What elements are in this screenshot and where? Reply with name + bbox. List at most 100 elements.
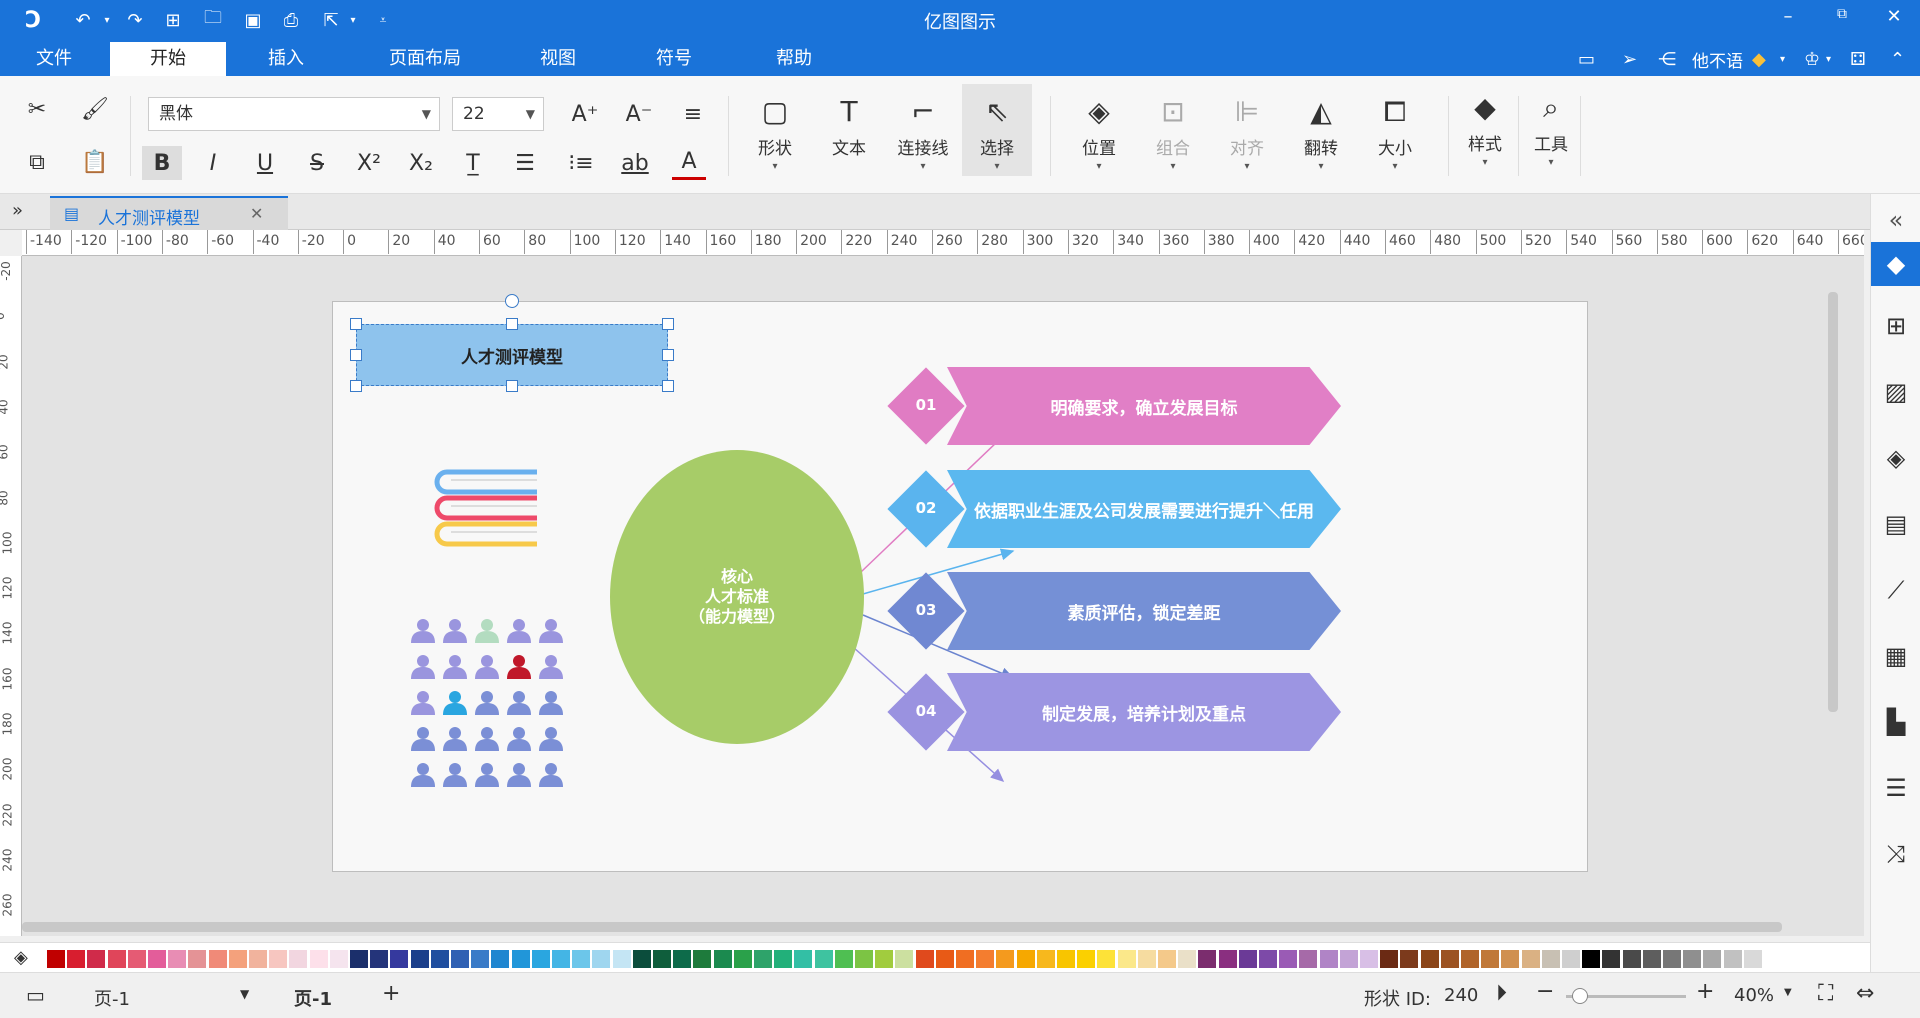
color-swatch[interactable] (753, 949, 773, 969)
color-swatch[interactable] (349, 949, 369, 969)
close-tab-icon[interactable]: ✕ (250, 204, 263, 223)
color-swatch[interactable] (1722, 949, 1743, 969)
color-swatch[interactable] (611, 949, 632, 969)
step-banner[interactable]: 明确要求，确立发展目标 (947, 367, 1341, 445)
expand-library-icon[interactable]: » (12, 200, 23, 221)
tab-help[interactable]: 帮助 (756, 42, 832, 76)
zoom-slider-thumb[interactable] (1572, 988, 1588, 1004)
tab-symbol[interactable]: 符号 (636, 42, 712, 76)
color-swatch[interactable] (793, 949, 814, 969)
color-swatch[interactable] (227, 949, 248, 969)
tab-page-layout[interactable]: 页面布局 (370, 42, 480, 76)
grid-panel-icon[interactable]: ⊞ (1871, 304, 1920, 348)
tab-insert[interactable]: 插入 (246, 42, 326, 76)
color-swatch[interactable] (1561, 949, 1581, 969)
close-window-icon[interactable]: ✕ (1874, 6, 1914, 32)
size-button[interactable]: ⧠ 大小 ▾ (1360, 84, 1430, 176)
increase-font-icon[interactable]: A⁺ (568, 97, 602, 131)
new-file-icon[interactable]: ⊞ (160, 7, 186, 33)
copy-icon[interactable]: ⧉ (20, 145, 54, 179)
color-swatch[interactable] (692, 949, 713, 969)
color-swatch[interactable] (1702, 949, 1723, 969)
color-swatch[interactable] (288, 949, 309, 969)
color-swatch[interactable] (1439, 949, 1460, 969)
group-button[interactable]: ⊡ 组合 ▾ (1138, 84, 1208, 176)
user-name[interactable]: 他不语 (1692, 46, 1743, 72)
flip-button[interactable]: ◭ 翻转 ▾ (1286, 84, 1356, 176)
add-page-icon[interactable]: + (382, 981, 400, 1006)
open-folder-icon[interactable]: 🗀 (200, 7, 226, 33)
color-swatch[interactable] (1136, 949, 1157, 969)
horizontal-scrollbar[interactable] (22, 922, 1782, 932)
color-swatch[interactable] (1682, 949, 1703, 969)
color-swatch[interactable] (1116, 949, 1137, 969)
page-select-dropdown-icon[interactable]: ▼ (240, 987, 249, 1001)
diagram-page[interactable]: 人才测评模型 核心 人才标准 （能力模型） 01 明确要求，确立发展目标 02 … (332, 294, 1588, 872)
color-swatch[interactable] (631, 949, 652, 969)
color-swatch[interactable] (126, 949, 147, 969)
collapse-ribbon-icon[interactable]: ⌃ (1890, 46, 1905, 72)
page-view-icon[interactable]: ▭ (26, 983, 45, 1007)
color-swatch[interactable] (1419, 949, 1440, 969)
comment-icon[interactable]: ▭ (1578, 46, 1595, 72)
fill-panel-icon[interactable]: ◆ (1871, 242, 1920, 286)
decrease-font-icon[interactable]: A⁻ (622, 97, 656, 131)
color-swatch[interactable] (490, 949, 511, 969)
color-swatch[interactable] (187, 949, 208, 969)
font-size-select[interactable]: 22 ▼ (452, 97, 544, 131)
bullet-list-icon[interactable]: ⁝≡ (564, 146, 598, 180)
step-banner[interactable]: 制定发展，培养计划及重点 (947, 673, 1341, 751)
color-swatch[interactable] (894, 949, 915, 969)
color-swatch[interactable] (551, 949, 571, 969)
tab-view[interactable]: 视图 (520, 42, 596, 76)
color-swatch[interactable] (510, 949, 531, 969)
align-button[interactable]: ⊫ 对齐 ▾ (1212, 84, 1282, 176)
color-swatch[interactable] (1742, 949, 1763, 969)
color-swatch[interactable] (470, 949, 491, 969)
shuffle-panel-icon[interactable]: ⤨ (1871, 832, 1920, 876)
chart-panel-icon[interactable]: ⟋ (1871, 568, 1920, 612)
color-swatch[interactable] (732, 949, 753, 969)
undo-dropdown-icon[interactable]: ▾ (94, 7, 120, 33)
color-swatch[interactable] (1258, 949, 1278, 969)
text-button[interactable]: T 文本 (814, 84, 884, 176)
color-swatch[interactable] (530, 949, 551, 969)
color-swatch[interactable] (1540, 949, 1561, 969)
color-swatch[interactable] (429, 949, 450, 969)
color-swatch[interactable] (308, 949, 329, 969)
color-swatch[interactable] (995, 949, 1016, 969)
shape-button[interactable]: ▢ 形状 ▾ (740, 84, 810, 176)
color-swatch[interactable] (854, 949, 874, 969)
color-swatch[interactable] (1662, 949, 1682, 969)
tab-file[interactable]: 文件 (16, 42, 92, 76)
outline-panel-icon[interactable]: ☰ (1871, 766, 1920, 810)
undo-icon[interactable]: ↶ (70, 7, 96, 33)
layers-panel-icon[interactable]: ◈ (1871, 436, 1920, 480)
share-icon[interactable]: ⋲ (1658, 46, 1676, 72)
color-swatch[interactable] (1520, 949, 1541, 969)
color-swatch[interactable] (1197, 949, 1218, 969)
customize-toolbar-icon[interactable]: ⩡ (370, 7, 396, 33)
color-swatch[interactable] (1318, 949, 1339, 969)
color-swatch[interactable] (975, 949, 996, 969)
cut-icon[interactable]: ✂ (20, 92, 54, 126)
color-swatch[interactable] (1217, 949, 1238, 969)
zoom-dropdown-icon[interactable]: ▼ (1784, 987, 1792, 998)
style-button[interactable]: ◆ 样式 ▾ (1450, 80, 1520, 172)
color-swatch[interactable] (86, 949, 107, 969)
fullscreen-icon[interactable]: ⛶ (1818, 981, 1833, 1006)
color-swatch[interactable] (106, 949, 127, 969)
page-tab[interactable]: 页-1 (294, 985, 332, 1011)
zoom-level[interactable]: 40% (1734, 985, 1774, 1006)
core-ellipse[interactable]: 核心 人才标准 （能力模型） (610, 450, 864, 744)
text-format-icon[interactable]: T̲ (456, 146, 490, 180)
zoom-out-icon[interactable]: − (1536, 979, 1554, 1004)
user-dropdown-icon[interactable]: ▾ (1780, 46, 1785, 72)
page-panel-icon[interactable]: ▤ (1871, 502, 1920, 546)
color-swatch[interactable] (1076, 949, 1097, 969)
color-swatch[interactable] (1621, 949, 1642, 969)
color-swatch[interactable] (1359, 949, 1379, 969)
step-banner[interactable]: 依据职业生涯及公司发展需要进行提升＼任用 (947, 470, 1341, 548)
color-swatch[interactable] (1278, 949, 1299, 969)
page-select[interactable]: 页-1 (94, 985, 130, 1011)
